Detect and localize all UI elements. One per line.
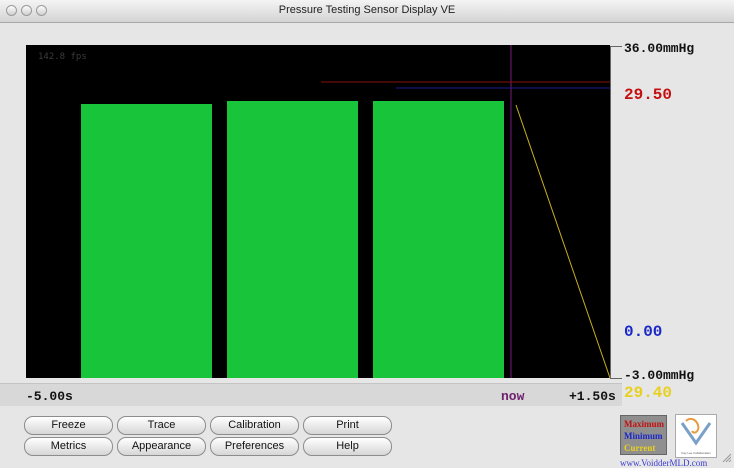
calibration-button[interactable]: Calibration xyxy=(210,416,299,435)
graph-overlay xyxy=(321,45,610,378)
current-value: 29.40 xyxy=(624,384,673,402)
time-axis-end: +1.50s xyxy=(569,389,616,404)
scale-bottom-label: -3.00mmHg xyxy=(624,368,695,383)
pressure-graph: 142.8 fps xyxy=(26,45,610,378)
legend-maximum: Maximum xyxy=(624,419,664,429)
chevron-logo-icon xyxy=(680,417,712,446)
scale-top-tick xyxy=(610,46,622,47)
scale-bottom-tick xyxy=(610,378,622,379)
website-link[interactable]: www.VoidderMLD.com xyxy=(620,458,707,468)
value-legend: Maximum Minimum Current xyxy=(620,415,667,455)
logo-caption: Cay Lee Collaboration xyxy=(681,451,711,455)
scale-axis xyxy=(610,46,611,379)
print-button[interactable]: Print xyxy=(303,416,392,435)
freeze-button[interactable]: Freeze xyxy=(24,416,113,435)
legend-current: Current xyxy=(624,443,656,453)
help-button[interactable]: Help xyxy=(303,437,392,456)
current-trace-line xyxy=(515,104,610,378)
appearance-button[interactable]: Appearance xyxy=(117,437,206,456)
company-logo: Cay Lee Collaboration xyxy=(675,414,717,458)
scale-top-label: 36.00mmHg xyxy=(624,41,695,56)
time-axis-start: -5.00s xyxy=(26,389,73,404)
time-axis xyxy=(0,383,622,406)
title-bar: Pressure Testing Sensor Display VE xyxy=(0,0,734,23)
time-axis-now: now xyxy=(501,389,525,404)
trace-button[interactable]: Trace xyxy=(117,416,206,435)
preferences-button[interactable]: Preferences xyxy=(210,437,299,456)
window-title: Pressure Testing Sensor Display VE xyxy=(278,4,456,16)
metrics-button[interactable]: Metrics xyxy=(24,437,113,456)
min-value: 0.00 xyxy=(624,323,663,341)
resize-grip-icon[interactable] xyxy=(722,453,731,462)
legend-minimum: Minimum xyxy=(624,431,663,441)
max-value: 29.50 xyxy=(624,86,673,104)
